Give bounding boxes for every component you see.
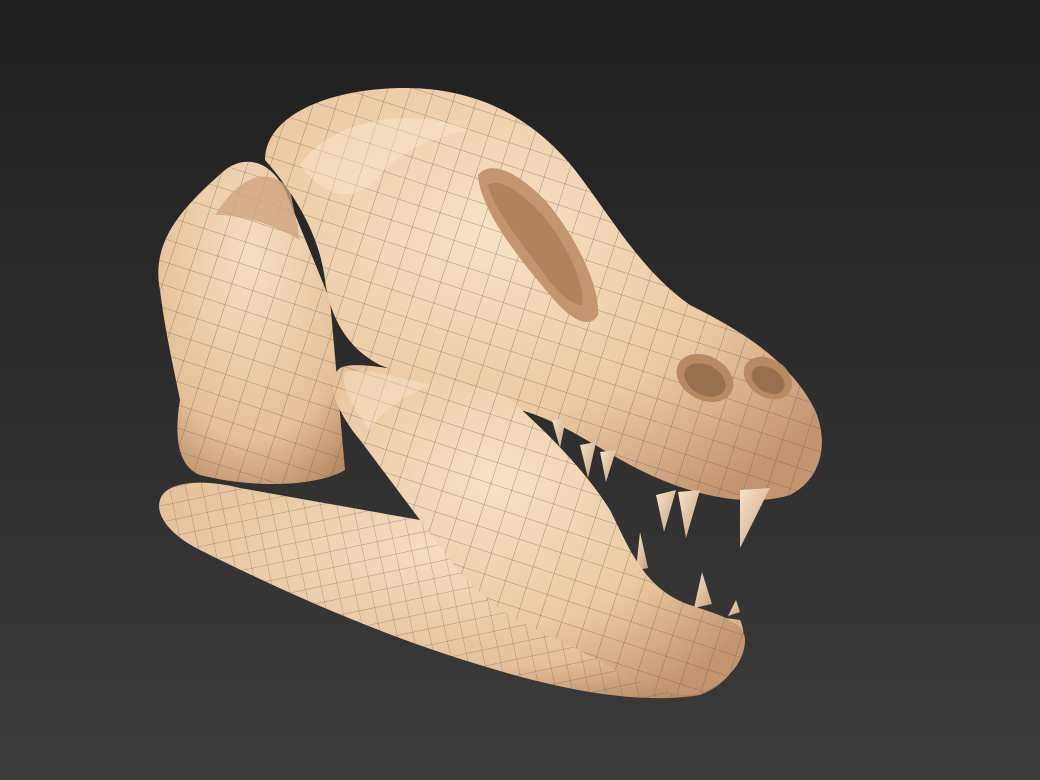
3d-viewport[interactable]	[0, 0, 1040, 780]
skull-render	[158, 88, 822, 699]
